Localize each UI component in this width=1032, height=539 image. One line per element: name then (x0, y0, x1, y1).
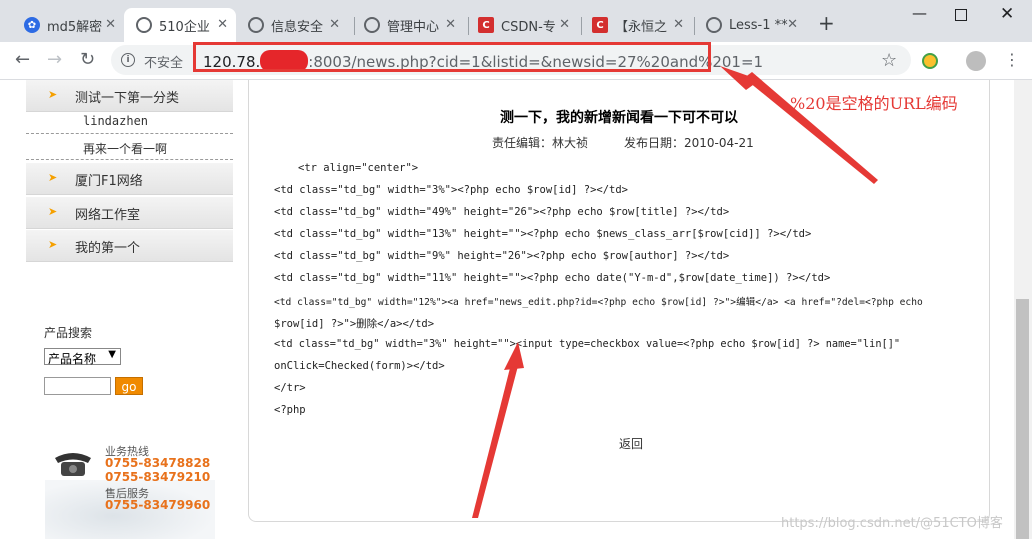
minimize-icon[interactable]: — (912, 4, 927, 22)
security-label[interactable]: 不安全 (144, 52, 183, 71)
reload-icon[interactable]: ↻ (80, 49, 95, 70)
arrow-right-icon: ➤ (48, 171, 58, 184)
tab-title: CSDN-专 (501, 19, 556, 35)
sidebar-subitem-another[interactable]: 再来一个看一啊 (26, 136, 233, 160)
scrollbar-thumb[interactable] (1016, 299, 1029, 539)
globe-icon (364, 17, 380, 33)
telephone-icon (55, 453, 91, 476)
globe-icon (136, 17, 152, 33)
code-line: <td class="td_bg" width="3%"><?php echo … (274, 184, 629, 196)
back-link[interactable]: 返回 (619, 435, 643, 452)
code-line: <td class="td_bg" width="49%" height="26… (274, 206, 730, 218)
info-icon[interactable]: i (121, 53, 135, 67)
close-icon[interactable]: ✕ (673, 17, 684, 32)
code-line: <td class="td_bg" width="3%" height=""><… (274, 338, 901, 350)
close-icon[interactable]: ✕ (217, 17, 228, 32)
tab-csdn[interactable]: C CSDN-专 ✕ (466, 8, 578, 42)
code-line: $row[id] ?>">删除</a></td> (274, 318, 435, 330)
tab-md5[interactable]: ✿ md5解密 ✕ (12, 8, 124, 42)
code-line: </tr> (274, 382, 306, 394)
maximize-icon[interactable] (955, 9, 967, 21)
address-bar[interactable]: i 不安全 120.78.:8003/news.php?cid=1&listid… (111, 42, 911, 75)
new-tab-button[interactable]: + (818, 11, 835, 35)
tab-title: 信息安全 (271, 19, 324, 35)
search-go-button[interactable]: go (115, 377, 143, 395)
tab-title: 510企业 (159, 19, 210, 35)
tab-strip: ✿ md5解密 ✕ 510企业 ✕ 信息安全 ✕ 管理中心 ✕ C CSDN-专… (0, 0, 1032, 42)
sidebar-item-label: 网络工作室 (75, 208, 141, 223)
tab-eternal[interactable]: C 【永恒之 ✕ (580, 8, 692, 42)
annotation-note: %20是空格的URL编码 (790, 94, 958, 113)
hotline-number: 0755-83479210 (105, 470, 211, 484)
product-search-select[interactable]: 产品名称 ▼ (44, 348, 121, 366)
arrow-right-icon: ➤ (48, 205, 58, 218)
watermark-text: https://blog.csdn.net/@51CTO博客 (781, 516, 1003, 531)
page-viewport: ➤ 测试一下第一分类 lindazhen 再来一个看一啊 ➤ 厦门F1网络 ➤ … (0, 80, 1014, 539)
extension-icon[interactable] (922, 53, 938, 69)
tab-510[interactable]: 510企业 ✕ (124, 8, 236, 42)
code-line: <tr align="center"> (298, 162, 419, 174)
profile-avatar-icon[interactable] (966, 51, 986, 71)
bookmark-star-icon[interactable]: ☆ (881, 50, 897, 71)
sidebar-item-label: 测试一下第一分类 (75, 91, 180, 106)
sidebar-subitem-label: lindazhen (83, 114, 149, 128)
close-icon[interactable]: ✕ (105, 17, 116, 32)
code-line: <?php (274, 404, 306, 416)
tab-admin[interactable]: 管理中心 ✕ (352, 8, 464, 42)
close-icon[interactable]: ✕ (787, 17, 798, 32)
code-line: <td class="td_bg" width="11%" height="">… (274, 272, 831, 284)
close-icon[interactable]: ✕ (559, 17, 570, 32)
tab-title: 【永恒之 (615, 19, 668, 35)
dropdown-caret-icon: ▼ (108, 349, 116, 360)
close-icon[interactable]: ✕ (445, 17, 456, 32)
more-menu-icon[interactable]: ⋮ (1004, 50, 1020, 69)
arrow-right-icon: ➤ (48, 88, 58, 101)
window-close-icon[interactable]: ✕ (1000, 4, 1014, 24)
globe-icon (248, 17, 264, 33)
article-editor: 责任编辑：林大祯 (492, 136, 589, 150)
contact-block: 业务热线 0755-83478828 0755-83479210 售后服务 07… (45, 440, 235, 539)
tab-infosec[interactable]: 信息安全 ✕ (236, 8, 348, 42)
product-search-label: 产品搜索 (44, 326, 93, 340)
sidebar-item-studio[interactable]: ➤ 网络工作室 (26, 197, 233, 229)
hotline-number: 0755-83478828 (105, 456, 211, 470)
arrow-right-icon: ➤ (48, 238, 58, 251)
select-value: 产品名称 (48, 352, 97, 366)
sidebar-item-label: 厦门F1网络 (75, 174, 143, 189)
sidebar-item-label: 我的第一个 (75, 241, 141, 256)
url-highlight-box (193, 42, 711, 72)
back-arrow-icon[interactable]: ← (15, 49, 30, 70)
sidebar-item-xiamen[interactable]: ➤ 厦门F1网络 (26, 163, 233, 195)
aftersales-number: 0755-83479960 (105, 498, 211, 512)
article-date: 发布日期：2010-04-21 (624, 136, 754, 150)
sidebar-item-test-category[interactable]: ➤ 测试一下第一分类 (26, 80, 233, 112)
paw-icon: ✿ (24, 17, 40, 33)
sidebar-subitem-label: 再来一个看一啊 (83, 142, 168, 156)
code-line: <td class="td_bg" width="9%" height="26"… (274, 250, 730, 262)
globe-icon (706, 17, 722, 33)
tab-less1[interactable]: Less-1 ** ✕ (694, 8, 806, 42)
tab-title: md5解密 (47, 19, 103, 35)
tab-title: 管理中心 (387, 19, 440, 35)
csdn-icon: C (478, 17, 494, 33)
sidebar-item-first[interactable]: ➤ 我的第一个 (26, 230, 233, 262)
code-line: onClick=Checked(form)></td> (274, 360, 445, 372)
code-line: <td class="td_bg" width="12%"><a href="n… (274, 297, 923, 308)
close-icon[interactable]: ✕ (329, 17, 340, 32)
tab-title: Less-1 ** (729, 17, 788, 33)
csdn-icon: C (592, 17, 608, 33)
code-line: <td class="td_bg" width="13%" height="">… (274, 228, 812, 240)
product-search-input[interactable] (44, 377, 111, 395)
browser-toolbar: ← → ↻ i 不安全 120.78.:8003/news.php?cid=1&… (0, 42, 1032, 80)
forward-arrow-icon[interactable]: → (47, 49, 62, 70)
sidebar-subitem-lindazhen[interactable]: lindazhen (26, 110, 233, 134)
